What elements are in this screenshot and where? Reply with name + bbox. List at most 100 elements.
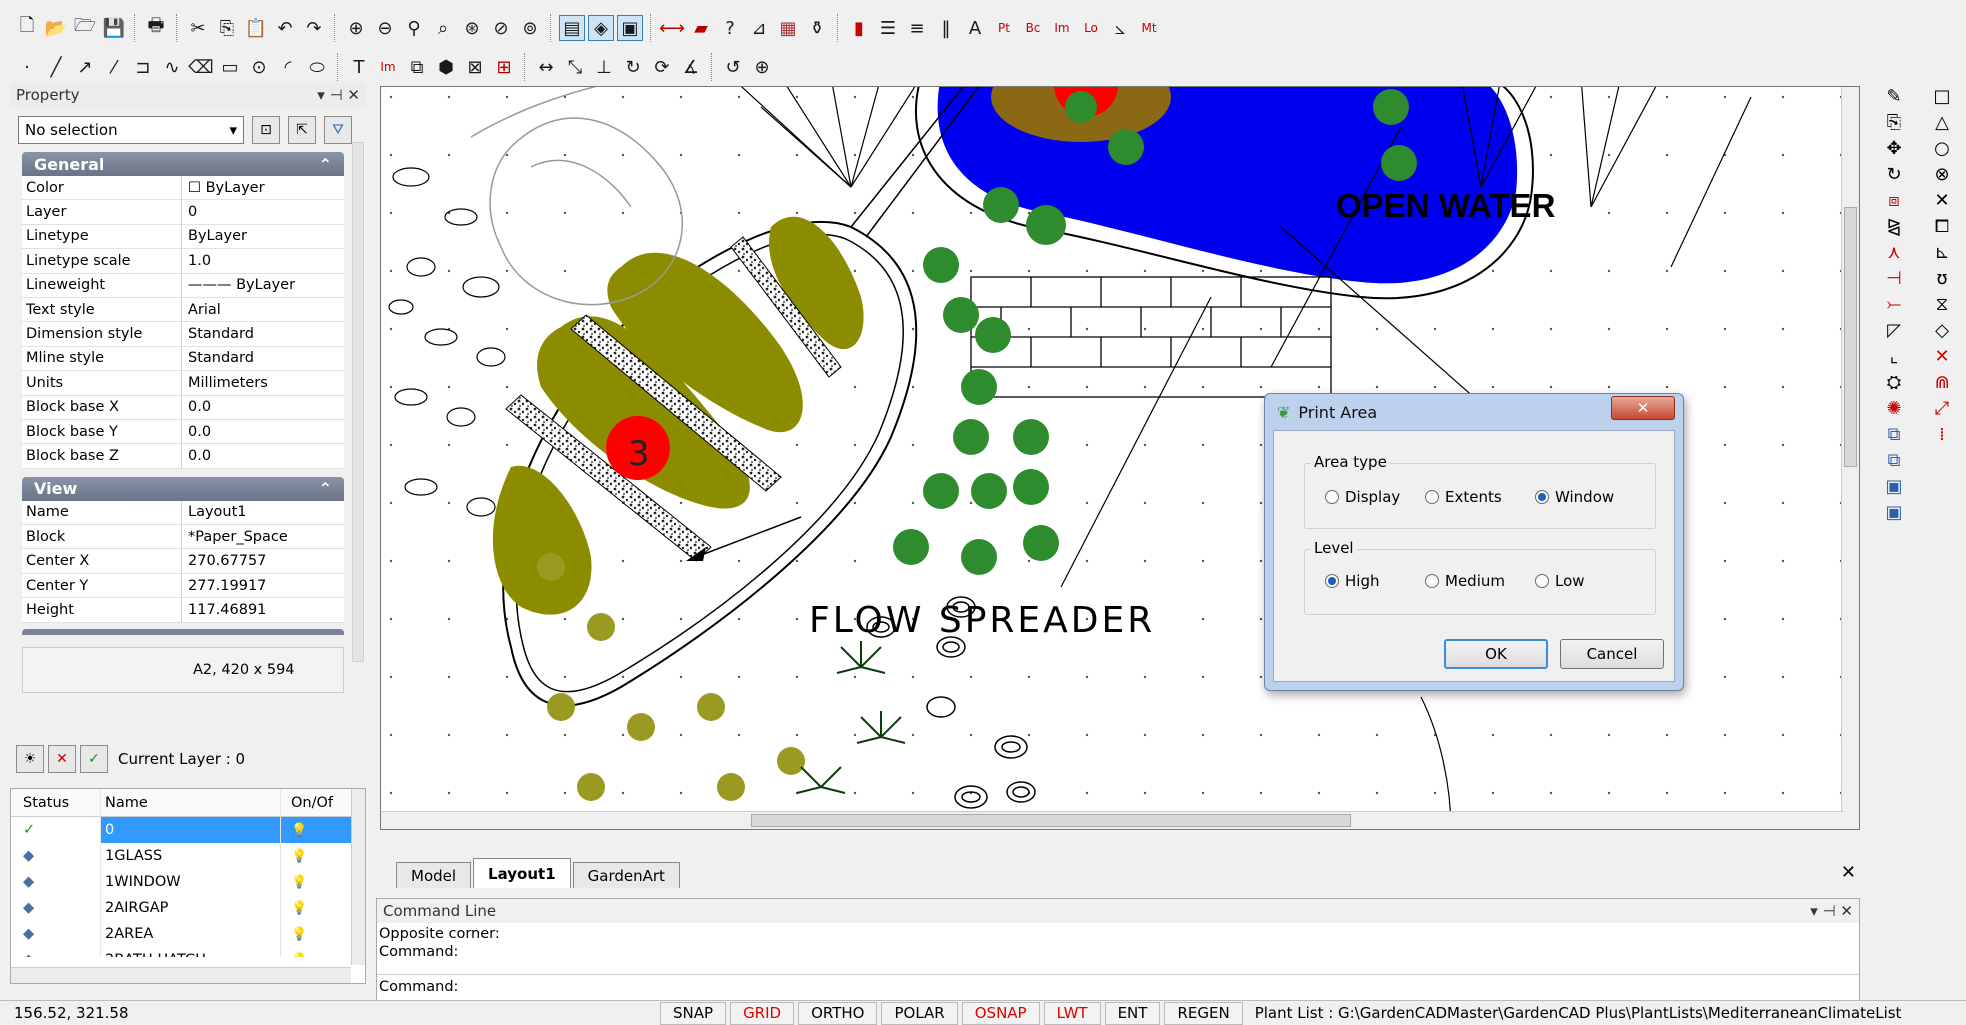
point-icon[interactable]: Pt bbox=[991, 15, 1017, 41]
layer-hscroll[interactable] bbox=[11, 967, 351, 983]
circle-icon[interactable]: ○ bbox=[1934, 138, 1950, 159]
tab-gardenart[interactable]: GardenArt bbox=[572, 862, 680, 888]
select-objects-icon[interactable]: ⇱ bbox=[288, 116, 316, 144]
property-value[interactable]: 1.0 bbox=[182, 249, 344, 272]
draworder-back-icon[interactable]: ⧉ bbox=[1888, 450, 1901, 471]
zoom-window-icon[interactable]: ⌕ bbox=[430, 15, 456, 41]
dimension-icon[interactable]: ↔ bbox=[533, 54, 559, 80]
hatch-icon[interactable]: ☰ bbox=[875, 15, 901, 41]
move-icon[interactable]: ✥ bbox=[1886, 138, 1901, 159]
plant-icon[interactable]: ⚱ bbox=[804, 15, 830, 41]
logo-icon[interactable]: Lo bbox=[1078, 15, 1104, 41]
measure-icon[interactable]: ⦣ bbox=[1107, 15, 1133, 41]
canvas-hscroll-thumb[interactable] bbox=[751, 814, 1351, 827]
break-icon[interactable]: ⤚ bbox=[1887, 294, 1901, 315]
bulb-icon[interactable]: 💡 bbox=[281, 817, 331, 843]
ortho-toggle[interactable]: ORTHO bbox=[798, 1001, 878, 1025]
pan-icon[interactable]: ⊕ bbox=[749, 54, 775, 80]
property-row[interactable]: Name Layout1 bbox=[22, 500, 344, 526]
circle-icon[interactable]: ⊙ bbox=[246, 54, 272, 80]
property-row[interactable]: Block *Paper_Space bbox=[22, 525, 344, 550]
spline-icon[interactable]: ∿ bbox=[159, 54, 185, 80]
canvas-hscroll[interactable] bbox=[381, 811, 1843, 829]
ent-toggle[interactable]: ENT bbox=[1104, 1001, 1161, 1025]
intersection-icon[interactable]: ✕ bbox=[1934, 190, 1949, 211]
insert-icon[interactable]: ⬢ bbox=[433, 54, 459, 80]
text-style-icon[interactable]: A bbox=[962, 15, 988, 41]
zoom-all-icon[interactable]: ⊚ bbox=[517, 15, 543, 41]
property-value[interactable]: 0.0 bbox=[182, 444, 344, 467]
grid-snap-icon[interactable]: ⁞ bbox=[1939, 424, 1945, 445]
property-value[interactable]: ByLayer bbox=[182, 225, 344, 248]
panel-controls[interactable]: ▾ ⊣ ✕ bbox=[1810, 902, 1853, 920]
viewport-icon[interactable]: ▣ bbox=[617, 15, 643, 41]
property-row[interactable]: Layer 0 bbox=[22, 200, 344, 225]
bulb-icon[interactable]: 💡 bbox=[281, 921, 331, 947]
lwt-toggle[interactable]: LWT bbox=[1043, 1001, 1101, 1025]
print-icon[interactable]: 🖶 bbox=[143, 15, 169, 41]
undo-icon[interactable]: ↶ bbox=[272, 15, 298, 41]
chamfer-icon[interactable]: ◸ bbox=[1887, 320, 1901, 341]
property-value[interactable]: *Paper_Space bbox=[182, 525, 344, 548]
property-row[interactable]: Dimension style Standard bbox=[22, 322, 344, 347]
col-onoff[interactable]: On/Of bbox=[281, 789, 333, 816]
layer-stack-icon[interactable]: ◆ bbox=[11, 947, 101, 957]
property-row[interactable]: Block base Y 0.0 bbox=[22, 419, 344, 445]
measure-icon[interactable]: ∡ bbox=[678, 54, 704, 80]
cancel-button[interactable]: Cancel bbox=[1560, 639, 1664, 669]
copy-icon[interactable]: ⎘ bbox=[1887, 112, 1901, 133]
point-icon[interactable]: · bbox=[14, 54, 40, 80]
layer-vscroll[interactable] bbox=[351, 789, 365, 965]
eraser-icon[interactable]: ⌫ bbox=[188, 54, 214, 80]
polyline-icon[interactable]: ⊐ bbox=[130, 54, 156, 80]
property-value[interactable]: Millimeters bbox=[182, 371, 344, 394]
snap-toggle[interactable]: SNAP bbox=[660, 1001, 727, 1025]
grid-icon[interactable]: ▦ bbox=[775, 15, 801, 41]
property-row[interactable]: Units Millimeters bbox=[22, 371, 344, 396]
leader-icon[interactable]: ⤡ bbox=[562, 54, 588, 80]
canvas-vscroll-thumb[interactable] bbox=[1844, 207, 1857, 467]
close-icon[interactable]: ✕ bbox=[1841, 862, 1856, 883]
paper-header[interactable] bbox=[22, 628, 344, 635]
bulb-icon[interactable]: 💡 bbox=[281, 947, 331, 958]
gradient-icon[interactable]: ⊞ bbox=[491, 54, 517, 80]
fillet-icon[interactable]: ⌞ bbox=[1890, 346, 1898, 367]
block-icon[interactable]: ⧉ bbox=[404, 54, 430, 80]
cut-icon[interactable]: ✂ bbox=[185, 15, 211, 41]
explode-icon[interactable]: ✺ bbox=[1886, 398, 1901, 419]
layer-row[interactable]: ◆2BATH HATCH💡 bbox=[11, 947, 365, 957]
property-row[interactable]: Center Y 277.19917 bbox=[22, 573, 344, 599]
view-header[interactable]: View ⌃ bbox=[22, 476, 344, 501]
quick-select-icon[interactable]: ⊡ bbox=[252, 116, 280, 144]
radio-dot[interactable] bbox=[1535, 490, 1549, 504]
ray-icon[interactable]: ↗ bbox=[72, 54, 98, 80]
canvas-vscroll[interactable] bbox=[1841, 87, 1859, 829]
zoom-extents-icon[interactable]: ⊛ bbox=[459, 15, 485, 41]
property-row[interactable]: Block base Z 0.0 bbox=[22, 444, 344, 469]
property-row[interactable]: Height 117.46891 bbox=[22, 598, 344, 623]
property-row[interactable]: Lineweight ——— ByLayer bbox=[22, 273, 344, 298]
new-layer-icon[interactable]: ☀ bbox=[16, 745, 44, 773]
layer-row[interactable]: ◆ 1GLASS 💡 bbox=[11, 843, 365, 869]
arc-icon[interactable]: ◜ bbox=[275, 54, 301, 80]
help-icon[interactable]: ? bbox=[717, 15, 743, 41]
hatch-icon[interactable]: ⊠ bbox=[462, 54, 488, 80]
stretch-icon[interactable]: ⛭ bbox=[1887, 372, 1901, 393]
orbit-icon[interactable]: ⟳ bbox=[649, 54, 675, 80]
copy-icon[interactable]: ⎘ bbox=[214, 15, 240, 41]
bulb-icon[interactable]: 💡 bbox=[281, 895, 331, 921]
ok-button[interactable]: OK bbox=[1444, 639, 1548, 669]
new-icon[interactable]: 🗋 bbox=[14, 15, 40, 41]
property-scrollbar[interactable] bbox=[352, 142, 364, 662]
draworder-below-icon[interactable]: ▣ bbox=[1885, 502, 1902, 523]
collapse-icon[interactable]: ⌃ bbox=[319, 479, 332, 498]
property-value[interactable]: 0.0 bbox=[182, 420, 344, 443]
line-icon[interactable]: ≡ bbox=[904, 15, 930, 41]
tracking-icon[interactable]: ⤢ bbox=[1935, 398, 1949, 419]
col-status[interactable]: Status bbox=[11, 789, 101, 816]
perpendicular-icon[interactable]: ⊾ bbox=[1934, 242, 1949, 263]
property-value[interactable]: Standard bbox=[182, 322, 344, 345]
tangent-icon[interactable]: ʊ bbox=[1936, 268, 1947, 289]
set-current-icon[interactable]: ✓ bbox=[80, 745, 108, 773]
rectangle-icon[interactable]: ▭ bbox=[217, 54, 243, 80]
